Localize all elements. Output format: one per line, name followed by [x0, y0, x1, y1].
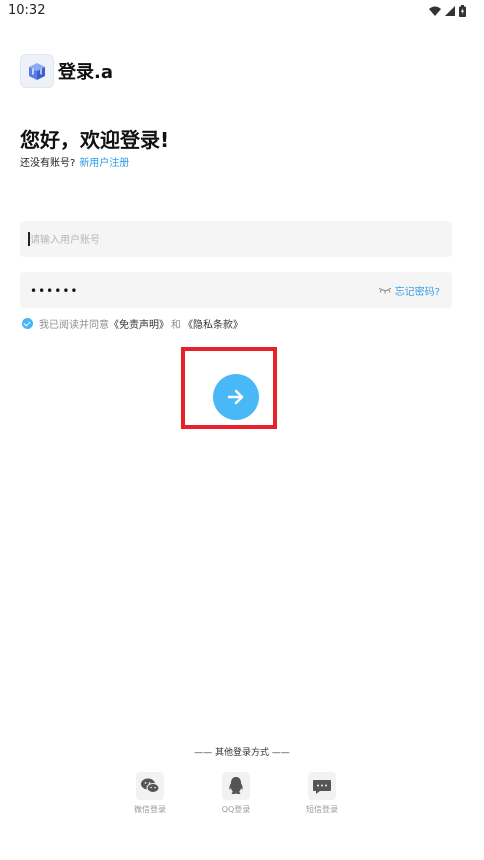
register-row: 还没有账号? 新用户注册: [20, 154, 129, 169]
status-icons: [429, 5, 466, 17]
qq-login-label: QQ登录: [221, 805, 251, 814]
sms-login-label: 短信登录: [306, 805, 338, 814]
no-account-text: 还没有账号?: [20, 158, 76, 169]
qq-icon: [222, 772, 250, 800]
account-input[interactable]: [28, 221, 432, 259]
agreement-row: 我已阅读并同意 《免责声明》 和 《隐私条款》: [22, 316, 243, 331]
disclaimer-link[interactable]: 《免责声明》: [109, 316, 169, 331]
register-link[interactable]: 新用户注册: [79, 158, 129, 169]
app-logo-icon: [20, 54, 54, 88]
agreement-prefix: 我已阅读并同意: [39, 320, 109, 331]
agreement-checkbox[interactable]: [22, 318, 33, 329]
sms-icon: [308, 772, 336, 800]
password-input[interactable]: [28, 272, 332, 310]
status-bar: 10:32: [0, 0, 484, 24]
signal-icon: [445, 6, 455, 16]
qq-login-option[interactable]: QQ登录: [206, 772, 266, 815]
login-submit-button[interactable]: [213, 374, 259, 420]
page-title: 您好，欢迎登录!: [20, 128, 170, 152]
other-login-title: —— 其他登录方式 ——: [194, 748, 290, 758]
battery-icon: [459, 5, 466, 17]
wechat-login-label: 微信登录: [134, 805, 166, 814]
status-time: 10:32: [8, 3, 46, 18]
wechat-icon: [136, 772, 164, 800]
forgot-password-link[interactable]: 忘记密码?: [395, 283, 440, 298]
eye-closed-icon[interactable]: [378, 285, 392, 295]
password-field[interactable]: 忘记密码?: [20, 272, 452, 310]
app-title: 登录.a: [58, 62, 113, 83]
agreement-and: 和: [171, 320, 181, 331]
arrow-right-icon: [227, 389, 244, 405]
privacy-link[interactable]: 《隐私条款》: [183, 316, 243, 331]
sms-login-option[interactable]: 短信登录: [292, 772, 352, 815]
wechat-login-option[interactable]: 微信登录: [120, 772, 180, 815]
account-field[interactable]: [20, 221, 452, 259]
wifi-icon: [429, 6, 441, 16]
